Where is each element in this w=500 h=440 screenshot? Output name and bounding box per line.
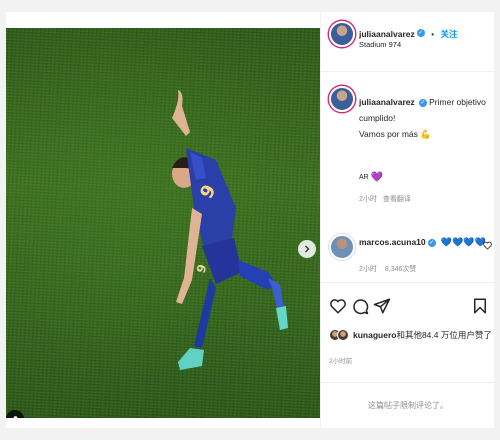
comment-meta: 2小时 8,346次赞 <box>359 264 416 274</box>
argentina-flag-text: AR <box>359 174 369 181</box>
like-comment-icon[interactable] <box>483 241 492 250</box>
liker-username[interactable]: kunaguero <box>353 330 396 340</box>
purple-heart-emoji: 💜 <box>370 172 384 183</box>
verified-badge-icon: ✓ <box>427 238 436 247</box>
post-caption: juliaanalvarez ✓ Primer objetivo cumplido… <box>359 94 489 142</box>
caption-flag-row: AR 💜 <box>359 172 383 183</box>
liker-avatar <box>337 329 349 341</box>
comment-likes[interactable]: 8,346次赞 <box>385 264 417 274</box>
window-bottom-strip <box>0 428 500 440</box>
post-side-panel: juliaanalvarez ✓ • 关注 Stadium 974 juliaan… <box>320 12 495 428</box>
bookmark-icon[interactable] <box>471 297 489 315</box>
post-media[interactable]: 9 9 <box>0 28 320 418</box>
window-right-strip <box>494 12 500 440</box>
svg-text:9: 9 <box>194 262 210 275</box>
commenter-username[interactable]: marcos.acuna10 <box>359 237 426 247</box>
chevron-right-icon <box>305 245 310 253</box>
window-top-strip <box>0 0 500 12</box>
author-username[interactable]: juliaanalvarez <box>359 29 415 39</box>
user-tag-icon <box>13 415 17 418</box>
post-header: juliaanalvarez ✓ • 关注 Stadium 974 <box>321 12 495 72</box>
flexed-biceps-emoji: 💪 <box>420 129 431 139</box>
caption-meta: 2小时 查看翻译 <box>359 194 411 204</box>
post-location[interactable]: Stadium 974 <box>359 40 401 49</box>
player-photo: 9 9 <box>172 90 288 370</box>
follow-button[interactable]: 关注 <box>440 29 457 39</box>
verified-badge-icon: ✓ <box>418 98 427 107</box>
comments-limited-notice: 这篇帖子限制评论了。 <box>321 382 495 428</box>
window-left-strip <box>0 12 6 440</box>
media-top-background <box>0 12 320 28</box>
comment-text: 💙💙💙💙 <box>440 237 486 247</box>
likes-summary[interactable]: kunaguero和其他84.4 万位用户赞了 <box>329 329 492 341</box>
comment-icon[interactable] <box>351 297 369 315</box>
share-icon[interactable] <box>373 297 391 315</box>
post-actions: kunaguero和其他84.4 万位用户赞了 2小时前 <box>321 282 495 372</box>
see-translation-link[interactable]: 查看翻译 <box>383 194 411 204</box>
commenter-avatar[interactable] <box>329 234 355 260</box>
heart-icon[interactable] <box>329 297 347 315</box>
comment: marcos.acuna10 ✓ 💙💙💙💙 <box>359 237 486 248</box>
caption-username[interactable]: juliaanalvarez <box>359 97 415 107</box>
separator-dot: • <box>431 30 435 39</box>
caption-line-2: cumplido! <box>359 113 396 123</box>
likes-count-text[interactable]: 和其他84.4 万位用户赞了 <box>396 330 491 340</box>
carousel-next-button[interactable] <box>298 240 316 258</box>
post-timestamp: 2小时前 <box>329 358 353 365</box>
caption-author-avatar[interactable] <box>329 86 355 112</box>
caption-line-1: Primer objetivo <box>429 97 486 107</box>
likes-text: kunaguero和其他84.4 万位用户赞了 <box>353 329 492 341</box>
comment-time: 2小时 <box>359 266 377 273</box>
user-tag-button[interactable] <box>6 410 24 418</box>
caption-time: 2小时 <box>359 196 377 203</box>
verified-badge-icon: ✓ <box>416 28 425 37</box>
author-avatar[interactable] <box>329 21 355 47</box>
caption-line-3: Vamos por más <box>359 129 418 139</box>
